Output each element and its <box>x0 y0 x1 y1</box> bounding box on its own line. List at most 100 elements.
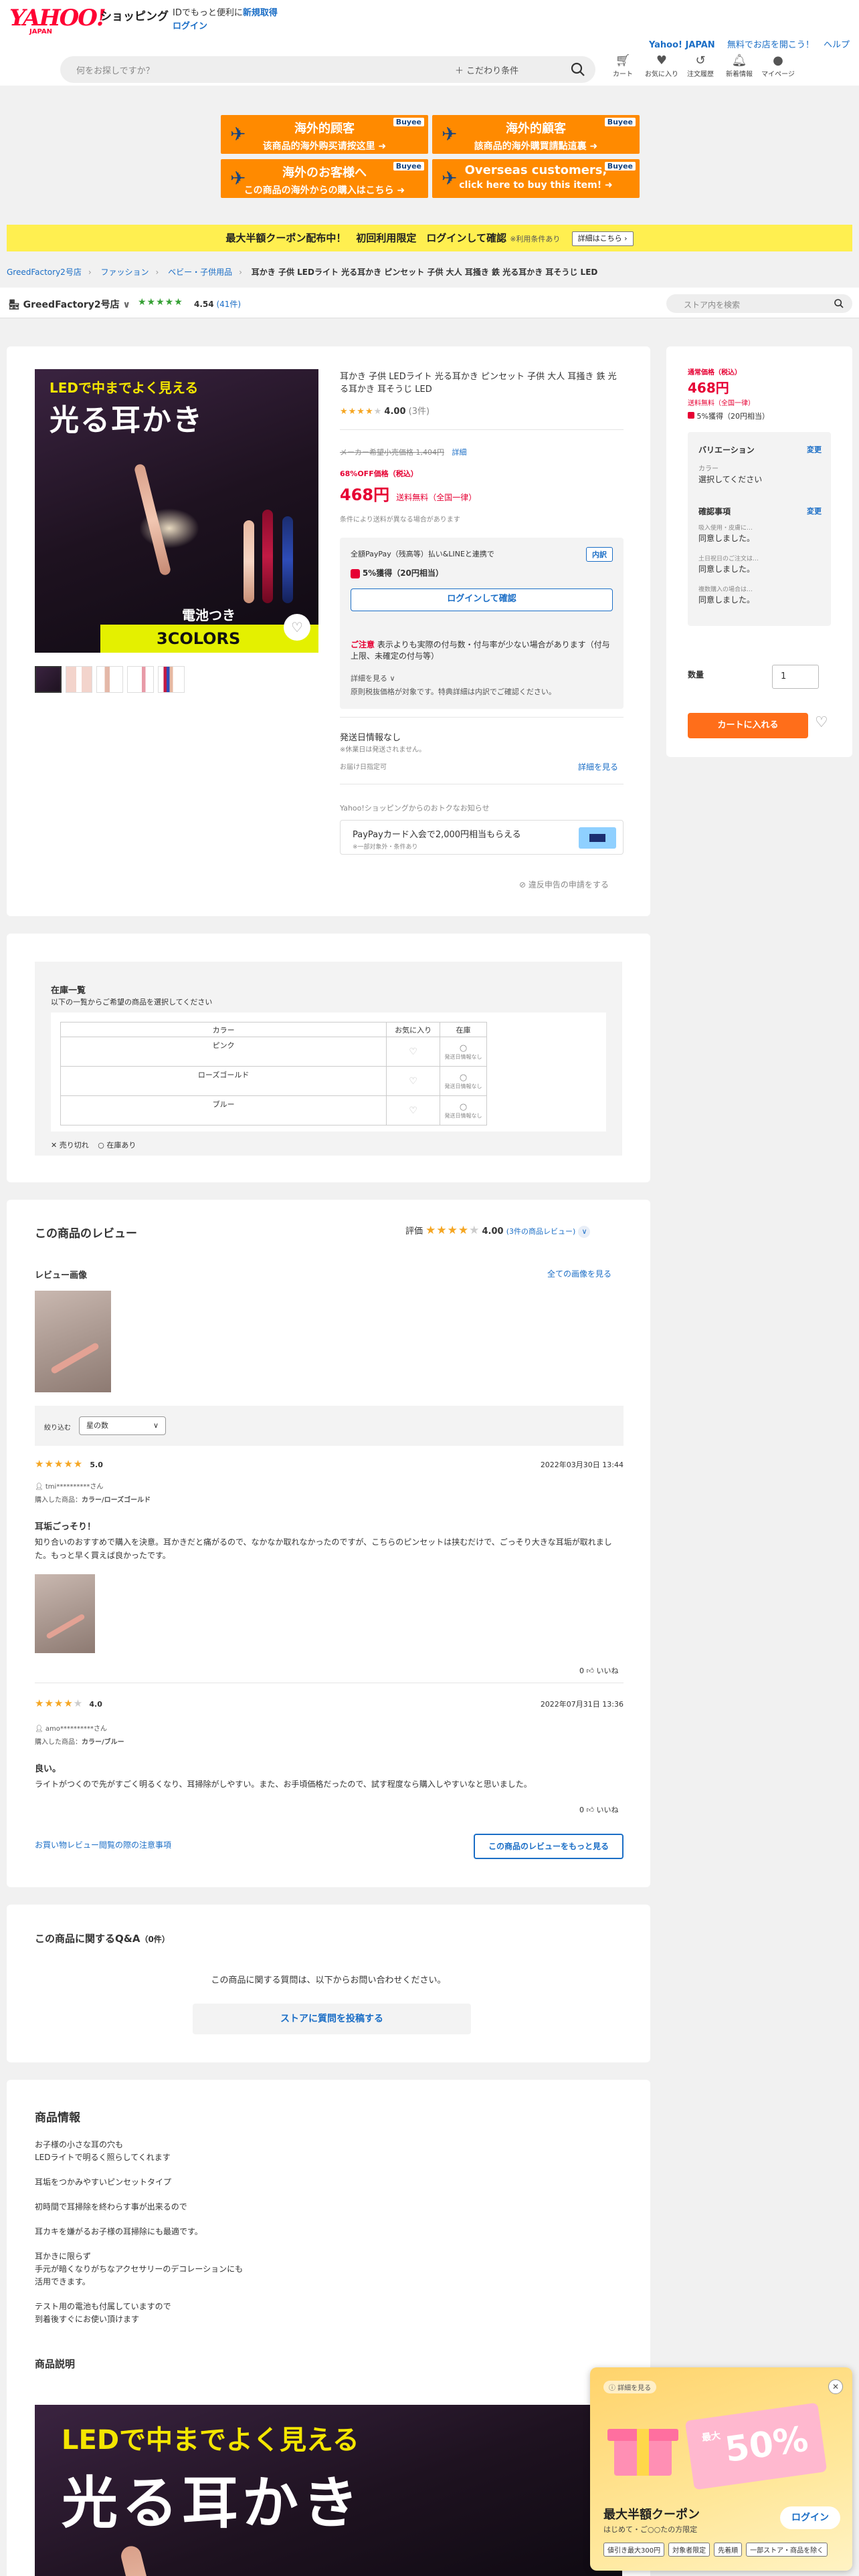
filter-select[interactable]: 星の数 ∨ <box>79 1416 166 1435</box>
inventory-row[interactable]: ピンク ♡ ○ 発送日情報なし <box>60 1037 487 1067</box>
ask-question-button[interactable]: ストアに質問を投稿する <box>193 2004 471 2034</box>
help-link[interactable]: ヘルプ <box>824 40 850 50</box>
heart-icon[interactable]: ♡ <box>386 1095 441 1125</box>
search-input[interactable]: 何をお探しですか？ <box>76 64 155 76</box>
breadcrumb-store[interactable]: GreedFactory2号店 <box>7 267 82 277</box>
store-search-input[interactable]: ストア内を検索 <box>666 294 852 313</box>
color-value[interactable]: 選択してください <box>698 473 762 485</box>
stock-cell[interactable]: ○ 発送日情報なし <box>440 1037 487 1067</box>
review-stars: ★★★★ <box>425 1224 470 1237</box>
info-paragraph: テスト用の電池も付属していますので 到着後すぐにお使い頂けます <box>35 2302 171 2324</box>
review-body: 知り合いのおすすめで購入を決意。耳かきだと痛がるので、なかなか取れなかったのです… <box>35 1537 612 1560</box>
cart-button[interactable]: 🛒︎ カート <box>606 53 640 78</box>
ship-detail-link[interactable]: 詳細を見る <box>578 761 618 772</box>
helpful-button[interactable]: 0 👍︎ いいね <box>579 1665 619 1676</box>
search-bar: 何をお探しですか？ ＋ こだわり条件 <box>60 56 595 83</box>
favorites-button[interactable]: ♥ お気に入り <box>645 53 678 78</box>
variation-change-link[interactable]: 変更 <box>807 444 822 455</box>
thumbnail-4[interactable] <box>127 666 154 693</box>
banner-sub: click here to buy this item! ➜ <box>459 180 613 191</box>
quantity-input[interactable]: 1 <box>772 665 819 689</box>
review-photo[interactable] <box>35 1574 95 1653</box>
coupon-detail-button[interactable]: 詳細はこちら › <box>571 231 634 246</box>
register-link[interactable]: 新規取得 <box>243 8 278 18</box>
heart-icon[interactable]: ♡ <box>815 714 828 731</box>
login-confirm-button[interactable]: ログインして確認 <box>351 588 613 611</box>
thumbnail-5[interactable] <box>158 666 185 693</box>
buyee-banner-en[interactable]: ✈ Buyee Overseas customers, click here t… <box>432 159 640 198</box>
rating-value: 4.00 <box>384 407 406 417</box>
popup-login-button[interactable]: ログイン <box>780 2506 840 2529</box>
confirm-note-1: 吸入使用・皮膚に… <box>698 525 753 532</box>
heart-icon[interactable]: ♡ <box>386 1066 441 1096</box>
promo-text: IDでもっと便利に <box>173 8 243 18</box>
stock-cell[interactable]: ○ 発送日情報なし <box>440 1095 487 1125</box>
breadcrumb-baby[interactable]: ベビー・子供用品 <box>168 267 232 277</box>
inventory-subtitle: 以下の一覧からご希望の商品を選択してください <box>51 998 213 1006</box>
buyee-logo: Buyee <box>393 118 424 126</box>
more-reviews-button[interactable]: この商品のレビューをもっと見る <box>474 1834 624 1859</box>
info-paragraph: 耳カキを嫌がるお子様の耳掃除にも最適です。 <box>35 2227 203 2236</box>
buyee-logo: Buyee <box>604 118 636 126</box>
conditions-button[interactable]: ＋ こだわり条件 <box>455 64 518 76</box>
helpful-button[interactable]: 0 👍︎ いいね <box>579 1804 619 1815</box>
col-color: カラー <box>60 1022 387 1037</box>
banner-sub: この商品の海外からの購入はこちら ➜ <box>244 185 405 196</box>
search-icon[interactable] <box>570 62 586 78</box>
detail-more-link[interactable]: 詳細を見る ∨ <box>351 673 395 683</box>
store-bar: 🏪︎ GreedFactory2号店 ∨ ★★★★★ 4.54 (41件) スト… <box>0 288 859 318</box>
list-price-detail-link[interactable]: 詳細 <box>452 448 467 457</box>
mypage-button[interactable]: ● マイページ <box>761 53 795 78</box>
breakdown-button[interactable]: 内訳 <box>586 547 613 562</box>
reviews-summary[interactable]: 評価 ★★★★★ 4.00 (3件の商品レビュー) ∨ <box>405 1224 591 1238</box>
shopping-title[interactable]: ショッピング <box>100 7 169 23</box>
yahoo-japan-link[interactable]: Yahoo! JAPAN <box>649 40 715 50</box>
confirm-title: 確認事項 変更 <box>698 506 822 516</box>
close-icon[interactable]: ✕ <box>828 2379 843 2394</box>
caution-text: ご注意 表示よりも実際の付与数・付与率が少ない場合があります（付与上限、未確定の… <box>351 640 610 661</box>
store-rating[interactable]: 4.54 (41件) <box>194 298 241 310</box>
favorite-heart-icon[interactable]: ♡ <box>284 614 310 641</box>
row-color: ピンク <box>60 1037 387 1067</box>
product-rating[interactable]: ★★★★★ 4.00 (3件) <box>340 404 430 417</box>
stock-cell[interactable]: ○ 発送日情報なし <box>440 1066 487 1096</box>
product-main-image[interactable]: LEDで中までよく見える 光る耳かき 電池つき 3COLORS ♡ <box>35 369 318 653</box>
buyee-banner-tw[interactable]: ✈ Buyee 海外的顧客 該商品的海外購買請點這裏 ➜ <box>432 115 640 154</box>
buyee-banner-jp[interactable]: ✈ Buyee 海外のお客様へ この商品の海外からの購入はこちら ➜ <box>221 159 428 198</box>
coupon-strip[interactable]: 最大半額クーポン配布中！ 初回利用限定 ログインして確認 ※利用条件あり 詳細は… <box>7 225 852 251</box>
paypay-card-promo[interactable]: PayPayカード入会で2,000円相当もらえる ※一部対象外・条件あり <box>340 820 624 855</box>
thumbnail-3[interactable] <box>96 666 123 693</box>
add-to-cart-button[interactable]: カートに入れる <box>688 713 808 738</box>
buybox-reward: 5%獲得（20円相当） <box>688 411 769 421</box>
review-guide-link[interactable]: お買い物レビュー閲覧の際の注意事項 <box>35 1839 171 1850</box>
buyee-banner-cn[interactable]: ✈ Buyee 海外的顾客 该商品的海外购买请按这里 ➜ <box>221 115 428 154</box>
notifications-button[interactable]: 🔔︎ 新着情報 <box>723 53 756 78</box>
coupon-popup[interactable]: ⓘ 詳細を見る ✕ 最大 50% 最大半額クーポン はじめて・ご○○たの方限定 … <box>590 2367 852 2571</box>
open-store-link[interactable]: 無料でお店を開こう！ <box>727 40 814 50</box>
buybox-shipping: 送料無料（全国一律） <box>688 400 755 407</box>
chevron-down-icon[interactable]: ∨ <box>578 1226 591 1238</box>
inventory-row[interactable]: ローズゴールド ♡ ○ 発送日情報なし <box>60 1066 487 1096</box>
review-image[interactable] <box>35 1291 111 1392</box>
paypay-note: 原則税抜価格が対象です。特典詳細は内訳でご確認ください。 <box>351 687 556 696</box>
yahoo-logo[interactable]: YAHOO! JAPAN <box>9 7 106 35</box>
popup-detail-link[interactable]: ⓘ 詳細を見る <box>603 2381 657 2393</box>
search-icon[interactable] <box>834 298 844 309</box>
all-images-link[interactable]: 全ての画像を見る <box>547 1268 611 1279</box>
image-caption-2: 光る耳かき <box>50 403 203 437</box>
buy-box: 通常価格（税込） 468円 送料無料（全国一律） 5%獲得（20円相当） バリエ… <box>666 346 852 757</box>
history-button[interactable]: ↺ 注文履歴 <box>684 53 717 78</box>
inventory-row[interactable]: ブルー ♡ ○ 発送日情報なし <box>60 1095 487 1125</box>
buybox-price: 468円 <box>688 380 729 396</box>
store-stars: ★★★★★ <box>138 297 183 308</box>
store-name[interactable]: 🏪︎ GreedFactory2号店 ∨ <box>8 298 130 311</box>
report-link[interactable]: ⊘ 違反申告の申請をする <box>519 879 609 890</box>
confirm-change-link[interactable]: 変更 <box>807 506 822 516</box>
thumbnail-2[interactable] <box>66 666 92 693</box>
breadcrumb-fashion[interactable]: ファッション <box>100 267 149 277</box>
coupon-text: 最大半額クーポン配布中！ 初回利用限定 ログインして確認 <box>225 232 506 244</box>
thumbnail-1[interactable] <box>35 666 62 693</box>
person-icon: 👤︎ <box>35 1483 43 1491</box>
login-link[interactable]: ログイン <box>173 21 207 31</box>
heart-icon[interactable]: ♡ <box>386 1037 441 1067</box>
